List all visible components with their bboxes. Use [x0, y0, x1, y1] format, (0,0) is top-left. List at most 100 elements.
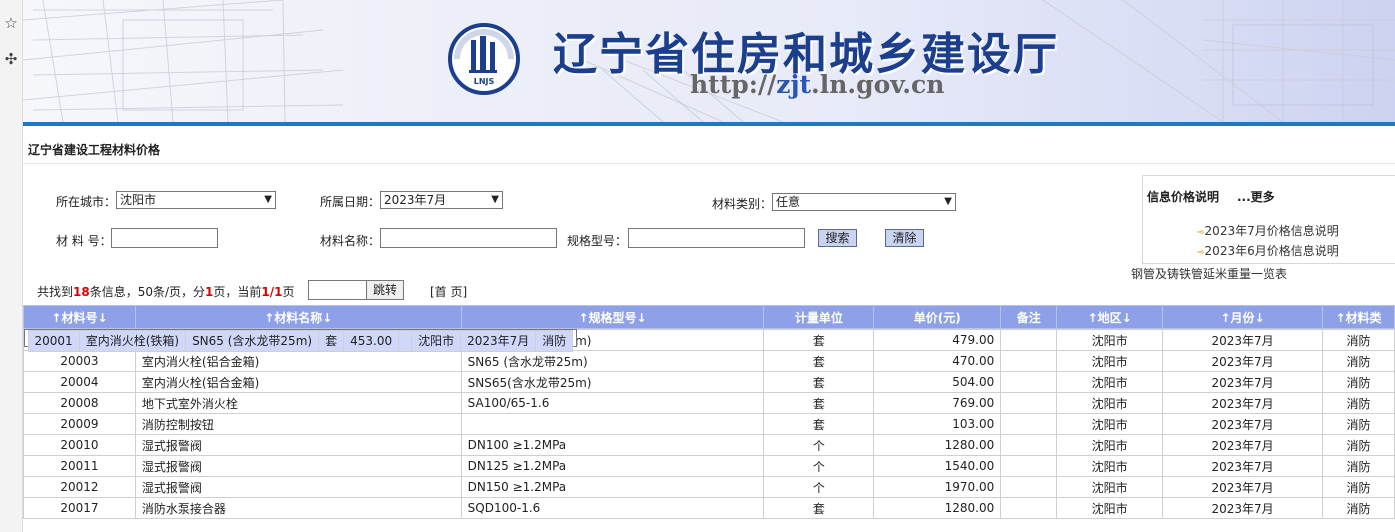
- search-button[interactable]: 搜索: [818, 229, 857, 247]
- cell-spec: SQD100-1.6: [460, 497, 765, 519]
- cell-unit: 套: [318, 330, 345, 352]
- svg-text:LNJS: LNJS: [474, 77, 495, 86]
- cell-spec: SA100/65-1.6: [460, 392, 765, 414]
- table-row[interactable]: 20003 室内消火栓(铝合金箱) SN65 (含水龙带25m) 套 470.00 沈阳市…: [23, 350, 1395, 372]
- chevron-down-icon: ▼: [944, 196, 952, 207]
- cell-material-name: 湿式报警阀: [134, 476, 462, 498]
- page-number-input[interactable]: [308, 280, 367, 300]
- cell-region: 沈阳市: [1056, 476, 1164, 498]
- cell-material-code: 20001: [27, 330, 80, 352]
- cell-spec: DN125 ≥1.2MPa: [460, 455, 765, 477]
- cell-unit: 个: [763, 455, 875, 477]
- table-row[interactable]: 20008 地下式室外消火栓 SA100/65-1.6 套 769.00 沈阳市 2023年…: [23, 392, 1395, 414]
- table-row[interactable]: 20009 消防控制按钮 套 103.00 沈阳市 2023年7月 消防: [23, 413, 1395, 435]
- cell-category: 消防: [1321, 455, 1395, 477]
- cell-material-name: 室内消火栓(铝合金箱): [134, 371, 462, 393]
- info-heading: 信息价格说明: [1147, 190, 1220, 204]
- cell-spec: [460, 413, 765, 435]
- cell-month: 2023年7月: [1162, 413, 1323, 435]
- cell-month: 2023年7月: [1162, 476, 1323, 498]
- cell-spec: SN65 (含水龙带25m): [185, 330, 320, 352]
- cell-category: 消防: [1321, 350, 1395, 372]
- cell-region: 沈阳市: [1056, 413, 1164, 435]
- cell-unit-price: 470.00: [873, 350, 1002, 372]
- chevron-down-icon: ▼: [491, 194, 499, 205]
- cell-month: 2023年7月: [1162, 434, 1323, 456]
- result-summary: 共找到18条信息，50条/页，分1页，当前1/1页: [37, 285, 295, 299]
- cell-unit: 套: [763, 371, 875, 393]
- column-header-region[interactable]: ↑地区↓: [1056, 305, 1164, 329]
- name-label: 材料名称：: [320, 234, 381, 248]
- table-row[interactable]: 20004 室内消火栓(铝合金箱) SNS65(含水龙带25m) 套 504.00 沈阳市…: [23, 371, 1395, 393]
- code-input[interactable]: [111, 228, 218, 248]
- column-header-spec[interactable]: ↑规格型号↓: [460, 305, 765, 329]
- cell-spec: DN150 ≥1.2MPa: [460, 476, 765, 498]
- cell-category: 消防: [1321, 497, 1395, 519]
- cell-spec: DN100 ≥1.2MPa: [460, 434, 765, 456]
- cell-material-name: 消防控制按钮: [134, 413, 462, 435]
- steel-pipe-weight-link[interactable]: 钢管及铸铁管延米重量一览表: [1131, 265, 1287, 282]
- cell-unit-price: 479.00: [873, 329, 1002, 351]
- cell-category: 消防: [1321, 434, 1395, 456]
- table-row[interactable]: 20010 湿式报警阀 DN100 ≥1.2MPa 个 1280.00 沈阳市 2023年7…: [23, 434, 1395, 456]
- cell-month: 2023年7月: [1162, 497, 1323, 519]
- cell-remark: [1000, 371, 1058, 393]
- spec-label: 规格型号：: [567, 234, 628, 248]
- cell-remark: [1000, 455, 1058, 477]
- cell-unit-price: 1540.00: [873, 455, 1002, 477]
- cell-month: 2023年7月: [1162, 392, 1323, 414]
- browser-side-strip: ☆ ✣: [0, 0, 23, 532]
- column-header-material-name[interactable]: ↑材料名称↓: [134, 305, 462, 329]
- table-row[interactable]: 20012 湿式报警阀 DN150 ≥1.2MPa 个 1970.00 沈阳市 2023年7…: [23, 476, 1395, 498]
- info-link[interactable]: ➾2023年6月价格信息说明: [1197, 242, 1339, 259]
- star-icon[interactable]: ☆: [2, 14, 20, 32]
- table-row[interactable]: 20001 室内消火栓(铁箱) SN65 (含水龙带25m) 套 453.00 沈阳市 20…: [23, 329, 578, 352]
- cell-category: 消防: [1321, 413, 1395, 435]
- arrow-icon: ➾: [1197, 228, 1205, 238]
- site-banner: LNJS 辽宁省住房和城乡建设厅 http://zjt.ln.gov.cn: [23, 0, 1395, 122]
- banner-divider: [23, 122, 1395, 126]
- jump-button[interactable]: 跳转: [366, 280, 404, 300]
- puzzle-icon[interactable]: ✣: [2, 50, 20, 68]
- code-label: 材 料 号：: [56, 234, 112, 248]
- cell-material-code: 20017: [23, 497, 136, 519]
- cell-material-name: 湿式报警阀: [134, 455, 462, 477]
- cell-material-code: 20004: [23, 371, 136, 393]
- clear-button[interactable]: 清除: [885, 229, 924, 247]
- table-row[interactable]: 20011 湿式报警阀 DN125 ≥1.2MPa 个 1540.00 沈阳市 2023年7…: [23, 455, 1395, 477]
- name-input[interactable]: [380, 228, 557, 248]
- cell-month: 2023年7月: [460, 330, 537, 352]
- table-row[interactable]: 20017 消防水泵接合器 SQD100-1.6 套 1280.00 沈阳市 2023年7月…: [23, 497, 1395, 519]
- cell-material-code: 20008: [23, 392, 136, 414]
- cell-material-name: 地下式室外消火栓: [134, 392, 462, 414]
- info-link[interactable]: ➾2023年7月价格信息说明: [1197, 222, 1339, 239]
- spec-input[interactable]: [628, 228, 805, 248]
- cell-unit-price: 103.00: [873, 413, 1002, 435]
- cell-month: 2023年7月: [1162, 455, 1323, 477]
- cell-material-code: 20011: [23, 455, 136, 477]
- category-select[interactable]: 任意 ▼: [772, 193, 956, 211]
- column-header-category[interactable]: ↑材料类: [1321, 305, 1395, 329]
- city-select[interactable]: 沈阳市 ▼: [116, 191, 276, 209]
- column-header-month[interactable]: ↑月份↓: [1162, 305, 1323, 329]
- column-header-material-code[interactable]: ↑材料号↓: [23, 305, 136, 329]
- cell-unit: 套: [763, 392, 875, 414]
- first-page-link[interactable]: [首 页]: [430, 283, 467, 300]
- date-select[interactable]: 2023年7月 ▼: [380, 191, 503, 209]
- cell-month: 2023年7月: [1162, 329, 1323, 351]
- more-link[interactable]: ...更多: [1237, 188, 1275, 205]
- cell-remark: [1000, 392, 1058, 414]
- category-label: 材料类别：: [712, 197, 773, 211]
- cell-unit-price: 769.00: [873, 392, 1002, 414]
- cell-material-name: 湿式报警阀: [134, 434, 462, 456]
- cell-unit: 套: [763, 413, 875, 435]
- cell-month: 2023年7月: [1162, 371, 1323, 393]
- cell-unit: 套: [763, 497, 875, 519]
- cell-material-code: 20012: [23, 476, 136, 498]
- arrow-icon: ➾: [1197, 248, 1205, 258]
- cell-unit: 套: [763, 350, 875, 372]
- cell-material-code: 20009: [23, 413, 136, 435]
- material-price-table: ↑材料号↓ ↑材料名称↓ ↑规格型号↓ 计量单位 单价(元) 备注 ↑地区↓ ↑月份↓ ↑材料类…: [23, 305, 1395, 519]
- cell-unit-price: 504.00: [873, 371, 1002, 393]
- cell-region: 沈阳市: [1056, 350, 1164, 372]
